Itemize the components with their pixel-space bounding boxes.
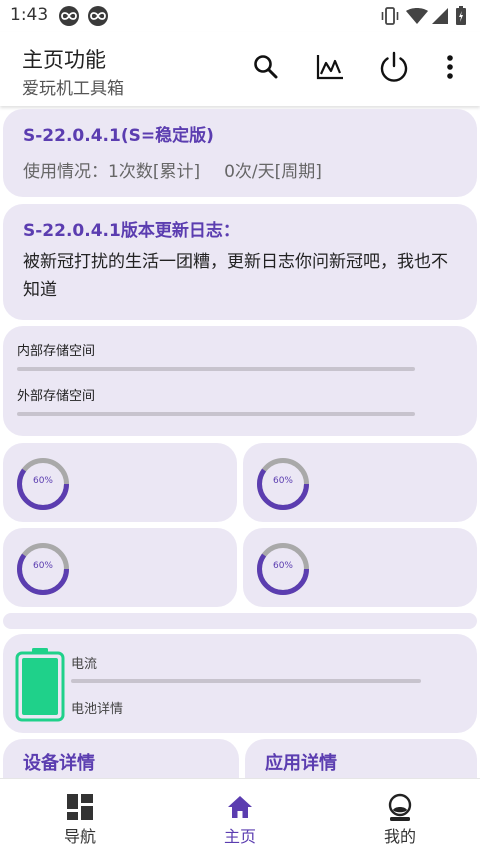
app-notification-icon [88, 6, 108, 26]
usage-gauge: 60% [255, 456, 311, 512]
app-details-title: 应用详情 [265, 753, 337, 774]
nav-label-navigation: 导航 [63, 827, 96, 846]
nav-label-mine: 我的 [383, 827, 416, 846]
external-storage-label: 外部存储空间 [17, 389, 96, 404]
power-icon [380, 51, 408, 82]
nav-label-home: 主页 [223, 827, 256, 846]
app-bar-subtitle: 爱玩机工具箱 [22, 79, 124, 99]
wifi-icon [406, 8, 428, 24]
external-storage-bar [17, 412, 415, 416]
usage-stats: 使用情况：1次数[累计] 0次/天[周期] [23, 157, 322, 182]
gauge-card[interactable]: 60% [3, 528, 237, 607]
device-details-title: 设备详情 [23, 753, 95, 774]
gauge-card[interactable]: 60% [243, 528, 477, 607]
account-icon [388, 793, 412, 821]
usage-gauge: 60% [15, 456, 71, 512]
app-notification-icon [59, 6, 79, 26]
version-title: S-22.0.4.1(S=稳定版) [23, 126, 214, 146]
monitor-button[interactable] [313, 50, 347, 84]
dashboard-icon [67, 794, 93, 820]
usage-total: 使用情况：1次数[累计] [23, 162, 201, 182]
nav-item-navigation[interactable]: 导航 [0, 779, 160, 854]
version-card[interactable]: S-22.0.4.1(S=稳定版) 使用情况：1次数[累计] 0次/天[周期] [3, 109, 477, 197]
nav-item-home[interactable]: 主页 [160, 779, 320, 854]
nav-item-mine[interactable]: 我的 [320, 779, 480, 854]
app-bar: 主页功能 爱玩机工具箱 [0, 32, 480, 106]
changelog-card[interactable]: S-22.0.4.1版本更新日志： 被新冠打扰的生活一团糟，更新日志你问新冠吧，… [3, 204, 477, 320]
internal-storage-bar [17, 367, 415, 371]
battery-status-icon [456, 6, 466, 25]
chart-line-icon [316, 55, 343, 80]
usage-gauge: 60% [15, 541, 71, 597]
battery-detail-label: 电池详情 [71, 702, 124, 717]
usage-period: 0次/天[周期] [224, 162, 322, 182]
bottom-navigation: 导航 主页 我的 [0, 778, 480, 854]
spacer-card [3, 613, 477, 629]
search-icon [254, 55, 278, 79]
more-vert-icon [447, 55, 453, 79]
gauge-label: 60% [32, 561, 53, 571]
battery-current-bar [71, 679, 421, 683]
gauge-label: 60% [32, 476, 53, 486]
app-bar-title: 主页功能 [22, 48, 106, 72]
status-time: 1:43 [10, 5, 49, 25]
usage-gauge: 60% [255, 541, 311, 597]
storage-card[interactable]: 内部存储空间 外部存储空间 [3, 326, 477, 436]
gauge-label: 60% [272, 476, 293, 486]
power-button[interactable] [377, 50, 411, 84]
gauge-card[interactable]: 60% [3, 443, 237, 522]
gauge-card[interactable]: 60% [243, 443, 477, 522]
vibrate-icon [381, 7, 399, 25]
battery-icon [15, 648, 65, 722]
changelog-title: S-22.0.4.1版本更新日志： [23, 221, 240, 241]
changelog-body: 被新冠打扰的生活一团糟，更新日志你问新冠吧，我也不知道 [23, 252, 448, 300]
battery-current-label: 电流 [71, 657, 98, 672]
battery-card[interactable]: 电流 电池详情 [3, 634, 477, 733]
search-button[interactable] [249, 50, 283, 84]
status-bar: 1:43 [0, 0, 480, 32]
gauge-label: 60% [272, 561, 293, 571]
home-icon [228, 796, 252, 818]
signal-icon [432, 8, 448, 24]
overflow-menu-button[interactable] [438, 50, 462, 84]
internal-storage-label: 内部存储空间 [17, 344, 96, 359]
